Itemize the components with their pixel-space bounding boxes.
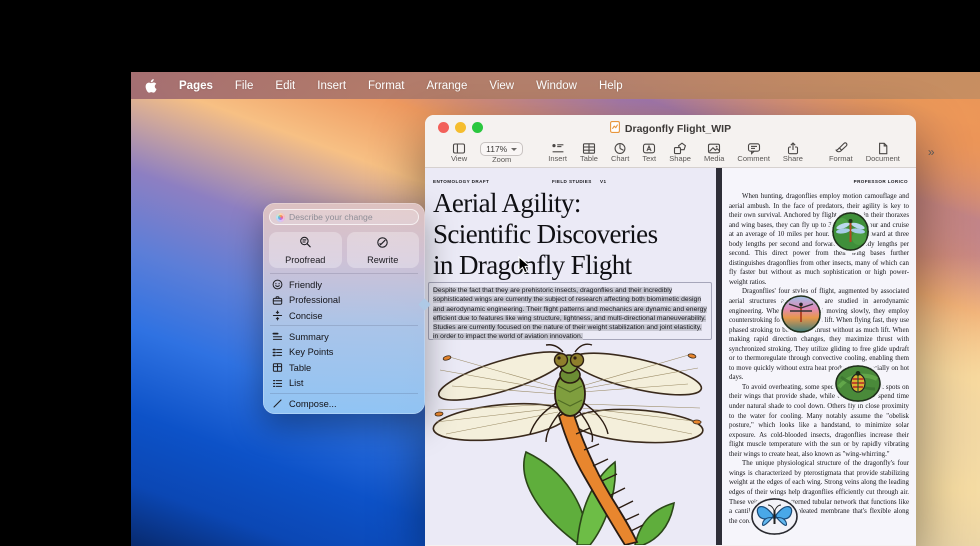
menu-item-file[interactable]: File — [235, 80, 254, 92]
popup-divider — [270, 273, 418, 274]
menu-item-format[interactable]: Format — [368, 80, 404, 92]
menu-item-help[interactable]: Help — [599, 80, 623, 92]
menu-item-concise[interactable]: Concise — [263, 308, 425, 323]
summary-lines-icon — [272, 331, 283, 342]
paragraph: When hunting, dragonflies employ motion … — [729, 192, 909, 287]
selected-paragraph[interactable]: Despite the fact that they are prehistor… — [428, 282, 712, 340]
zoom-value: 117% — [486, 144, 507, 154]
writing-tools-popup: Describe your change Proofread Rewrite — [263, 203, 425, 414]
apple-menu-icon[interactable] — [145, 79, 157, 93]
toolbar-document-button[interactable]: Document — [866, 142, 900, 163]
menu-item-view[interactable]: View — [489, 80, 514, 92]
dragonfly-illustration[interactable] — [430, 342, 711, 545]
smiley-face-icon — [272, 279, 283, 290]
window-title: Dragonfly Flight_WIP — [625, 123, 731, 135]
toolbar-format-button[interactable]: Format — [829, 142, 853, 163]
document-file-icon — [610, 121, 620, 136]
menu-bar: Pages File Edit Insert Format Arrange Vi… — [131, 72, 980, 99]
mouse-cursor — [518, 256, 531, 279]
paragraph: To avoid overheating, some species also … — [729, 383, 909, 459]
header-field-studies: FIELD STUDIES — [552, 179, 592, 184]
table-grid-icon — [272, 362, 283, 373]
toolbar-shape-button[interactable]: Shape — [669, 142, 691, 163]
compress-lines-icon — [272, 310, 283, 321]
menu-item-arrange[interactable]: Arrange — [426, 80, 467, 92]
menu-item-pages[interactable]: Pages — [179, 80, 213, 92]
header-entomology-draft: ENTOMOLOGY DRAFT — [433, 179, 489, 184]
beetle-photo-leaves[interactable] — [835, 365, 881, 402]
proofread-button[interactable]: Proofread — [269, 232, 342, 268]
menu-item-key-points[interactable]: Key Points — [263, 345, 425, 360]
apple-intelligence-icon — [276, 213, 285, 222]
describe-change-input[interactable]: Describe your change — [269, 209, 419, 225]
menu-item-summary[interactable]: Summary — [263, 329, 425, 344]
document-canvas: ENTOMOLOGY DRAFT FIELD STUDIES V1 Aerial… — [425, 168, 916, 545]
rewrite-button[interactable]: Rewrite — [347, 232, 420, 268]
menu-item-table[interactable]: Table — [263, 360, 425, 375]
menu-item-edit[interactable]: Edit — [275, 80, 295, 92]
dash-list-icon — [272, 378, 283, 389]
toolbar-table-button[interactable]: Table — [580, 142, 598, 163]
body-text-column[interactable]: When hunting, dragonflies employ motion … — [729, 192, 909, 526]
menu-item-friendly[interactable]: Friendly — [263, 277, 425, 292]
header-version: V1 — [600, 179, 606, 184]
toolbar-zoom-control[interactable]: 117% Zoom — [480, 142, 523, 164]
butterfly-photo[interactable] — [751, 498, 798, 535]
briefcase-icon — [272, 295, 283, 306]
dragonfly-photo-green[interactable] — [832, 212, 869, 251]
toolbar-media-button[interactable]: Media — [704, 142, 724, 163]
toolbar-comment-button[interactable]: Comment — [737, 142, 770, 163]
screenshot-stage: Pages File Edit Insert Format Arrange Vi… — [0, 0, 980, 546]
paragraph: Dragonflies' four styles of flight, augm… — [729, 287, 909, 382]
document-page-left: ENTOMOLOGY DRAFT FIELD STUDIES V1 Aerial… — [425, 168, 716, 545]
document-title[interactable]: Aerial Agility: Scientific Discoveries i… — [433, 188, 716, 281]
document-page-right: PROFESSOR LORICO When hunting, dragonfli… — [722, 168, 916, 545]
window-title-bar[interactable]: Dragonfly Flight_WIP — [425, 115, 916, 140]
toolbar: View 117% Zoom Insert — [425, 140, 916, 168]
toolbar-insert-button[interactable]: Insert — [548, 142, 567, 163]
input-placeholder: Describe your change — [289, 212, 373, 222]
rewrite-pencil-circle-icon — [376, 236, 389, 254]
popup-divider — [270, 393, 418, 394]
popup-divider — [270, 325, 418, 326]
pencil-icon — [272, 398, 283, 409]
menu-item-list[interactable]: List — [263, 376, 425, 391]
proofread-magnifier-icon — [299, 236, 312, 254]
toolbar-chart-button[interactable]: Chart — [611, 142, 629, 163]
menu-item-professional[interactable]: Professional — [263, 293, 425, 308]
toolbar-text-button[interactable]: Text — [642, 142, 656, 163]
header-professor-lorico: PROFESSOR LORICO — [854, 179, 908, 184]
menu-item-window[interactable]: Window — [536, 80, 577, 92]
dragonfly-photo-sunset[interactable] — [781, 295, 821, 333]
toolbar-share-button[interactable]: Share — [783, 142, 803, 163]
bullet-list-icon — [272, 347, 283, 358]
toolbar-view-button[interactable]: View — [451, 142, 467, 163]
menu-item-insert[interactable]: Insert — [317, 80, 346, 92]
chevron-down-icon — [511, 148, 517, 151]
pages-window: Dragonfly Flight_WIP View 117% Zoom — [425, 115, 916, 546]
menu-item-compose[interactable]: Compose... — [263, 396, 425, 411]
toolbar-overflow-chevron[interactable]: » — [928, 142, 935, 162]
